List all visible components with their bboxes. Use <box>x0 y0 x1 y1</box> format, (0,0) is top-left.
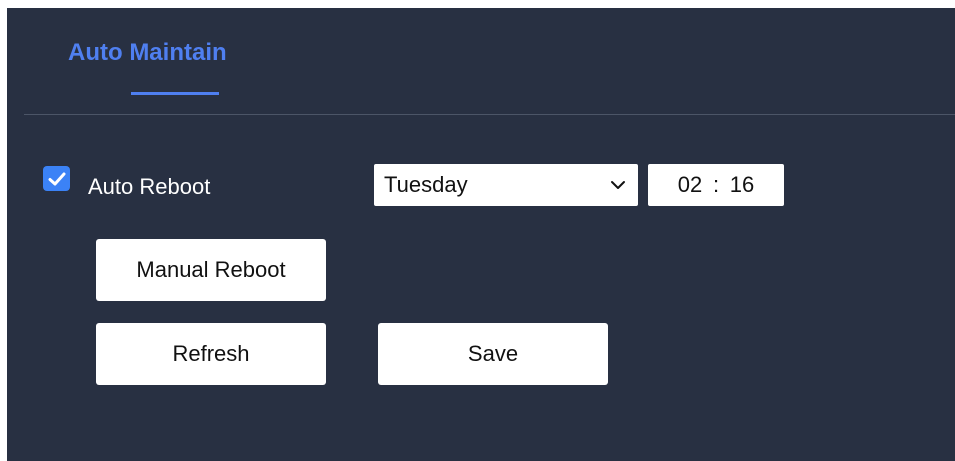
reboot-minute-field[interactable]: 16 <box>727 172 757 198</box>
active-tab-indicator <box>131 92 219 95</box>
tab-auto-maintain[interactable]: Auto Maintain <box>68 39 227 67</box>
reboot-time-input[interactable]: 02 : 16 <box>648 164 784 206</box>
check-icon <box>48 172 65 185</box>
tab-divider <box>24 114 955 115</box>
reboot-hour-field[interactable]: 02 <box>675 172 705 198</box>
save-button[interactable]: Save <box>378 323 608 385</box>
manual-reboot-button[interactable]: Manual Reboot <box>96 239 326 301</box>
chevron-down-icon <box>611 181 625 189</box>
auto-reboot-checkbox[interactable] <box>43 166 70 191</box>
auto-maintain-panel <box>7 8 955 461</box>
reboot-day-value: Tuesday <box>384 172 468 197</box>
time-separator: : <box>712 172 720 197</box>
refresh-button[interactable]: Refresh <box>96 323 326 385</box>
reboot-day-select[interactable]: Tuesday <box>374 164 638 206</box>
auto-reboot-label: Auto Reboot <box>88 174 211 199</box>
